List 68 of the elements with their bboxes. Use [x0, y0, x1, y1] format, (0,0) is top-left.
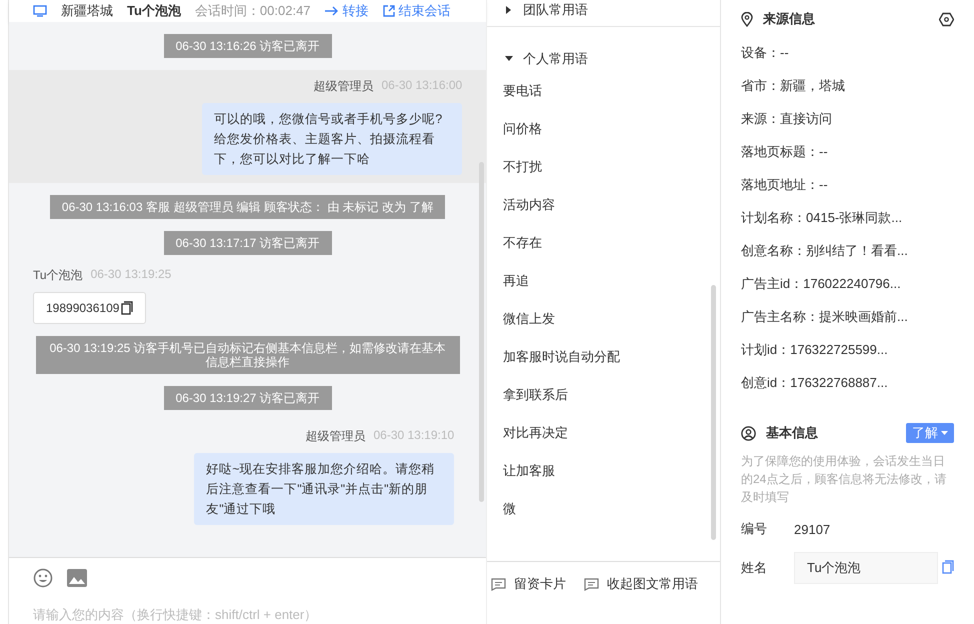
- scrollbar[interactable]: [711, 285, 716, 540]
- visitor-name: Tu个泡泡: [127, 2, 181, 20]
- section-title: 基本信息: [766, 424, 818, 442]
- phrase-item[interactable]: 加客服时说自动分配: [503, 347, 704, 367]
- location-pin-icon: [741, 12, 753, 26]
- phrase-item[interactable]: 微: [503, 499, 704, 519]
- message-bubble: 可以的哦，您微信号或者手机号多少呢?给您发价格表、主题客片、拍摄流程看下，您可以对比了解一下哈: [202, 103, 462, 175]
- message-time: 06-30 13:19:10: [373, 428, 454, 444]
- source-info-row-text: 落地页地址：--: [741, 176, 829, 194]
- system-notice: 06-30 13:16:26 访客已离开: [164, 34, 332, 58]
- visitor-location: 新疆塔城: [61, 2, 113, 20]
- system-notice: 06-30 13:19:25 访客手机号已自动标记右侧基本信息栏，如需修改请在基本信息栏直接操作: [36, 336, 460, 374]
- phrase-item[interactable]: 让加客服: [503, 461, 704, 481]
- copy-icon[interactable]: [121, 301, 134, 315]
- phrase-group-toggle[interactable]: 个人常用语: [487, 49, 720, 69]
- collapse-phrases-button[interactable]: 收起图文常用语: [584, 575, 698, 593]
- source-info-row-text: 设备：--: [741, 44, 790, 62]
- section-title: 来源信息: [763, 10, 815, 28]
- source-info-row-text: 创意名称：别纠结了！看看...: [741, 242, 909, 260]
- system-notice: 06-30 13:19:27 访客已离开: [164, 386, 332, 410]
- field-value: 29107: [794, 522, 830, 536]
- message-icon: [491, 578, 506, 590]
- phrase-group-toggle[interactable]: 团队常用语: [487, 0, 720, 27]
- arrow-right-icon: [324, 6, 339, 16]
- sender-name: Tu个泡泡: [33, 267, 83, 284]
- phrase-item[interactable]: 活动内容: [503, 195, 704, 215]
- caret-right-icon: [505, 6, 514, 14]
- message-bubble: 好哒~现在安排客服加您介绍哈。请您稍后注意查看一下"通讯录"并点击"新的朋友"通过下哦: [194, 453, 454, 525]
- settings-icon[interactable]: [939, 12, 954, 26]
- phrase-item[interactable]: 要电话: [503, 81, 704, 101]
- source-info-row-text: 省市：新疆，塔城: [741, 77, 846, 95]
- phone-number: 19899036109: [46, 301, 120, 315]
- phrase-item[interactable]: 拿到联系后: [503, 385, 704, 405]
- field-label: 姓名: [741, 559, 768, 577]
- lead-card-button[interactable]: 留资卡片: [491, 575, 566, 593]
- image-icon[interactable]: [67, 569, 87, 587]
- phrase-item[interactable]: 问价格: [503, 119, 704, 139]
- message-time: 06-30 13:19:25: [90, 267, 172, 283]
- source-info-row-text: 计划id：176322725599...: [741, 341, 889, 359]
- source-info-row-text: 广告主id：176022240796...: [741, 275, 902, 293]
- phrase-item[interactable]: 对比再决定: [503, 423, 704, 443]
- system-notice: 06-30 13:16:03 客服 超级管理员 编辑 顾客状态： 由 未标记 改为 了解: [50, 195, 446, 219]
- source-info-row-text: 来源：直接访问: [741, 110, 833, 128]
- phrase-item[interactable]: 再追: [503, 271, 704, 291]
- sender-name: 超级管理员: [313, 78, 374, 95]
- notice-text: 为了保障您的使用体验，会话发生当日的24点之后，顾客信息将无法修改，请及时填写: [741, 453, 948, 506]
- phrase-item[interactable]: 不打扰: [503, 157, 704, 177]
- caret-down-icon: [505, 55, 514, 63]
- source-info-row-text: 计划名称：0415-张琳同款...: [741, 209, 904, 227]
- emoji-icon[interactable]: [33, 568, 53, 588]
- system-notice: 06-30 13:17:17 访客已离开: [164, 231, 332, 255]
- message-icon: [584, 578, 600, 590]
- sender-name: 超级管理员: [305, 428, 366, 445]
- name-field[interactable]: Tu个泡泡: [794, 552, 938, 584]
- session-duration: 会话时间：00:02:47: [194, 2, 311, 20]
- exit-icon: [382, 5, 395, 17]
- phrase-item[interactable]: 微信上发: [503, 309, 704, 329]
- end-session-link[interactable]: 结束会话: [382, 2, 451, 20]
- source-info-row-text: 创意id：176322768887...: [741, 374, 889, 392]
- monitor-icon: [33, 5, 47, 17]
- scrollbar[interactable]: [479, 162, 484, 502]
- transfer-link[interactable]: 转接: [324, 2, 369, 20]
- field-label: 编号: [741, 520, 768, 538]
- user-icon: [741, 426, 756, 440]
- caret-down-icon: [941, 430, 948, 436]
- phrase-item[interactable]: 不存在: [503, 233, 704, 253]
- source-info-row-text: 落地页标题：--: [741, 143, 829, 161]
- source-info-row-text: 广告主名称：提米映画婚前...: [741, 308, 909, 326]
